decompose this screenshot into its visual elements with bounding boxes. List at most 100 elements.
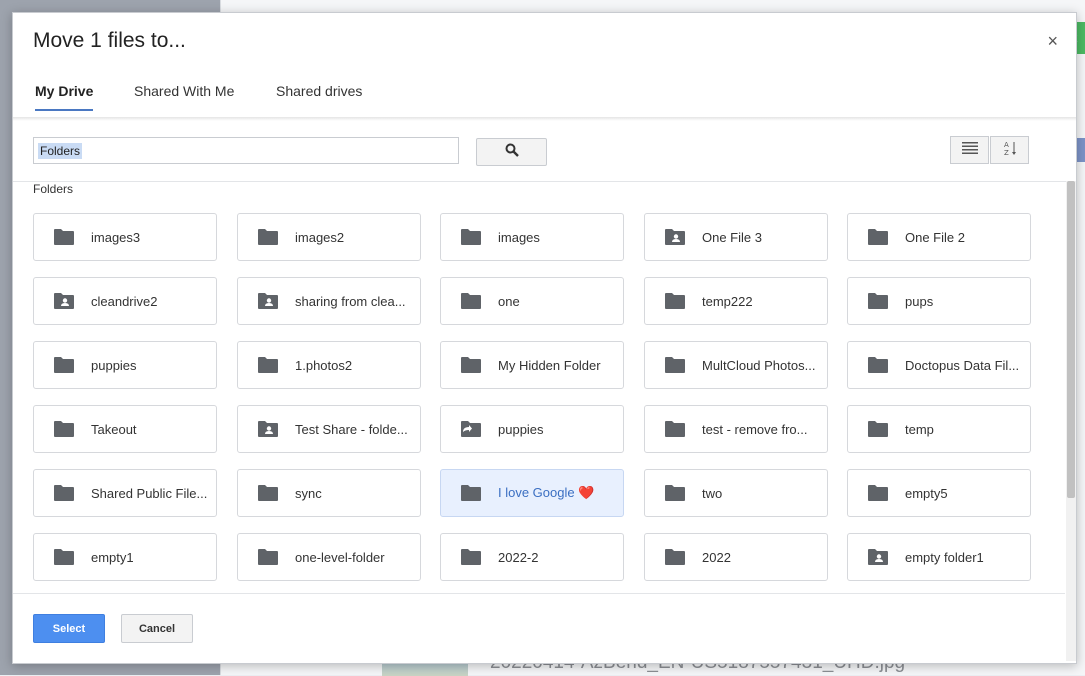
folder-item[interactable]: images2: [237, 213, 421, 261]
folder-item[interactable]: one-level-folder: [237, 533, 421, 581]
folder-item[interactable]: My Hidden Folder: [440, 341, 624, 389]
folder-item[interactable]: images: [440, 213, 624, 261]
folder-name: pups: [905, 293, 934, 309]
folder-icon: [460, 356, 482, 374]
folder-item[interactable]: One File 3: [644, 213, 828, 261]
folder-icon: [257, 548, 279, 566]
folder-icon: [460, 292, 482, 310]
folder-item[interactable]: sync: [237, 469, 421, 517]
folder-icon: [460, 548, 482, 566]
folder-icon: [257, 228, 279, 246]
folder-item[interactable]: empty folder1: [847, 533, 1031, 581]
close-button[interactable]: ×: [1047, 31, 1058, 51]
shared-folder-icon: [257, 292, 279, 310]
folder-name: Test Share - folde...: [295, 421, 408, 437]
folder-item[interactable]: puppies: [440, 405, 624, 453]
folder-item[interactable]: empty1: [33, 533, 217, 581]
folder-name: One File 3: [702, 229, 762, 245]
folder-name: puppies: [498, 421, 544, 437]
folder-icon: [867, 484, 889, 502]
folder-icon: [53, 356, 75, 374]
folder-item[interactable]: 2022: [644, 533, 828, 581]
folder-item[interactable]: cleandrive2: [33, 277, 217, 325]
folder-icon: [53, 228, 75, 246]
svg-text:A: A: [1004, 141, 1009, 149]
folder-grid: images3 images2 images One File 3 One File 2…: [33, 213, 1033, 593]
folder-item[interactable]: empty5: [847, 469, 1031, 517]
search-icon: [505, 143, 519, 162]
folder-name: images2: [295, 229, 345, 245]
folder-icon: [664, 548, 686, 566]
folder-icon: [53, 484, 75, 502]
select-button[interactable]: Select: [33, 614, 105, 643]
folder-item[interactable]: 1.photos2: [237, 341, 421, 389]
folder-icon: [867, 292, 889, 310]
folder-name: sync: [295, 485, 322, 501]
folder-item[interactable]: one: [440, 277, 624, 325]
folder-name: images3: [91, 229, 141, 245]
search-input-value: Folders: [38, 142, 83, 159]
tabs-shadow: [13, 117, 1076, 121]
folder-name: sharing from clea...: [295, 293, 406, 309]
section-label: Folders: [33, 182, 74, 196]
folder-item[interactable]: test - remove fro...: [644, 405, 828, 453]
list-view-icon: [961, 141, 978, 159]
sort-button[interactable]: AZ: [990, 136, 1029, 164]
toolbar-divider: [13, 181, 1076, 182]
folder-name: I love Google ❤️: [498, 485, 595, 500]
folder-name: test - remove fro...: [702, 421, 808, 437]
folder-icon: [664, 292, 686, 310]
folder-name: temp222: [702, 293, 753, 309]
folder-icon: [867, 228, 889, 246]
folder-icon: [53, 548, 75, 566]
dialog-title: Move 1 files to...: [33, 29, 186, 52]
folder-item[interactable]: pups: [847, 277, 1031, 325]
folder-name: one-level-folder: [295, 549, 385, 565]
svg-text:Z: Z: [1004, 149, 1009, 156]
shared-folder-icon: [664, 228, 686, 246]
footer-divider: [13, 593, 1065, 594]
folder-icon: [664, 484, 686, 502]
sort-az-icon: AZ: [1003, 140, 1017, 161]
folder-name: one: [498, 293, 520, 309]
folder-name: temp: [905, 421, 934, 437]
folder-item[interactable]: I love Google ❤️: [440, 469, 624, 517]
folder-name: My Hidden Folder: [498, 357, 601, 373]
folder-item[interactable]: 2022-2: [440, 533, 624, 581]
folder-item[interactable]: images3: [33, 213, 217, 261]
folder-item[interactable]: puppies: [33, 341, 217, 389]
folder-item[interactable]: Shared Public File...: [33, 469, 217, 517]
cancel-button[interactable]: Cancel: [121, 614, 193, 643]
folder-name: Doctopus Data Fil...: [905, 357, 1020, 373]
folder-item[interactable]: Takeout: [33, 405, 217, 453]
folder-item[interactable]: Doctopus Data Fil...: [847, 341, 1031, 389]
move-files-dialog: Move 1 files to... × My Drive Shared Wit…: [12, 12, 1077, 664]
folder-item[interactable]: temp: [847, 405, 1031, 453]
folder-item[interactable]: sharing from clea...: [237, 277, 421, 325]
folder-item[interactable]: MultCloud Photos...: [644, 341, 828, 389]
folder-item[interactable]: Test Share - folde...: [237, 405, 421, 453]
folder-name: 2022-2: [498, 549, 539, 565]
scrollbar-thumb[interactable]: [1067, 181, 1075, 498]
shared-folder-icon: [257, 420, 279, 438]
folder-name: 2022: [702, 549, 731, 565]
folder-icon: [664, 420, 686, 438]
tab-my-drive[interactable]: My Drive: [35, 83, 94, 111]
folder-item[interactable]: temp222: [644, 277, 828, 325]
folder-icon: [257, 484, 279, 502]
folder-name: Takeout: [91, 421, 137, 437]
folder-name: empty1: [91, 549, 134, 565]
location-tabs: My Drive Shared With Me Shared drives: [13, 75, 1076, 117]
folder-icon: [867, 356, 889, 374]
folder-item[interactable]: One File 2: [847, 213, 1031, 261]
list-view-button[interactable]: [950, 136, 989, 164]
search-button[interactable]: [476, 138, 547, 166]
folder-name: empty folder1: [905, 549, 984, 565]
search-input[interactable]: Folders: [33, 137, 459, 164]
tab-shared-with-me[interactable]: Shared With Me: [134, 83, 234, 109]
folder-name: empty5: [905, 485, 948, 501]
folder-icon: [53, 420, 75, 438]
folder-item[interactable]: two: [644, 469, 828, 517]
tab-shared-drives[interactable]: Shared drives: [276, 83, 362, 109]
shared-folder-icon: [867, 548, 889, 566]
